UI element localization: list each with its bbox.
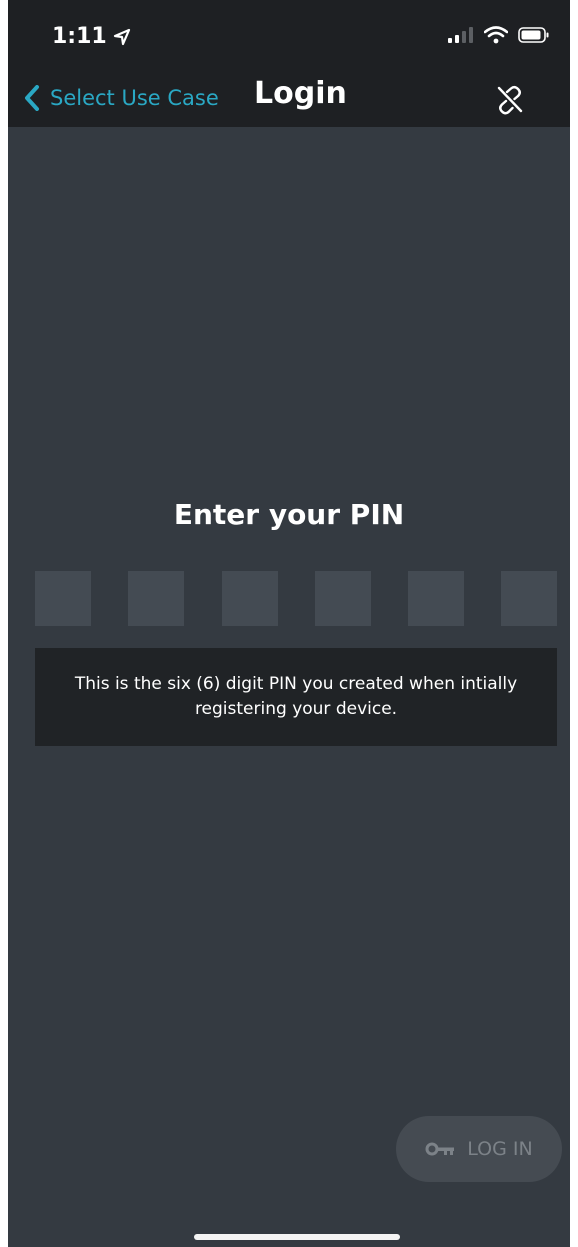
pin-digit-box-1[interactable] (35, 571, 91, 626)
status-bar: 1:11 (8, 0, 570, 70)
pin-hint-box: This is the six (6) digit PIN you create… (35, 648, 557, 746)
pin-digit-box-3[interactable] (222, 571, 278, 626)
pin-digit-box-2[interactable] (128, 571, 184, 626)
back-button[interactable]: Select Use Case (24, 80, 219, 116)
status-indicators (448, 26, 550, 44)
unlink-button[interactable] (492, 82, 528, 118)
battery-icon (518, 27, 549, 43)
wifi-icon (484, 26, 508, 44)
pin-digit-box-4[interactable] (315, 571, 371, 626)
login-button[interactable]: LOG IN (396, 1116, 562, 1182)
home-indicator (194, 1234, 400, 1240)
pin-heading: Enter your PIN (173, 498, 405, 531)
pin-digit-box-5[interactable] (408, 571, 464, 626)
broken-link-icon (497, 85, 523, 115)
key-icon (425, 1142, 455, 1156)
back-button-label: Select Use Case (50, 86, 219, 110)
page-title: Login (254, 76, 347, 111)
status-time: 1:11 (52, 24, 131, 49)
app-screen: 1:11 Select Use Case Login Enter your PI… (8, 0, 570, 1247)
cellular-signal-icon (448, 27, 473, 43)
location-arrow-icon (113, 28, 130, 45)
login-button-label: LOG IN (467, 1138, 533, 1160)
navigation-bar: Select Use Case Login (8, 70, 570, 127)
chevron-left-icon (25, 85, 39, 111)
pin-digit-box-6[interactable] (501, 571, 557, 626)
pin-hint-text: This is the six (6) digit PIN you create… (74, 674, 518, 719)
status-time-text: 1:11 (52, 24, 107, 49)
